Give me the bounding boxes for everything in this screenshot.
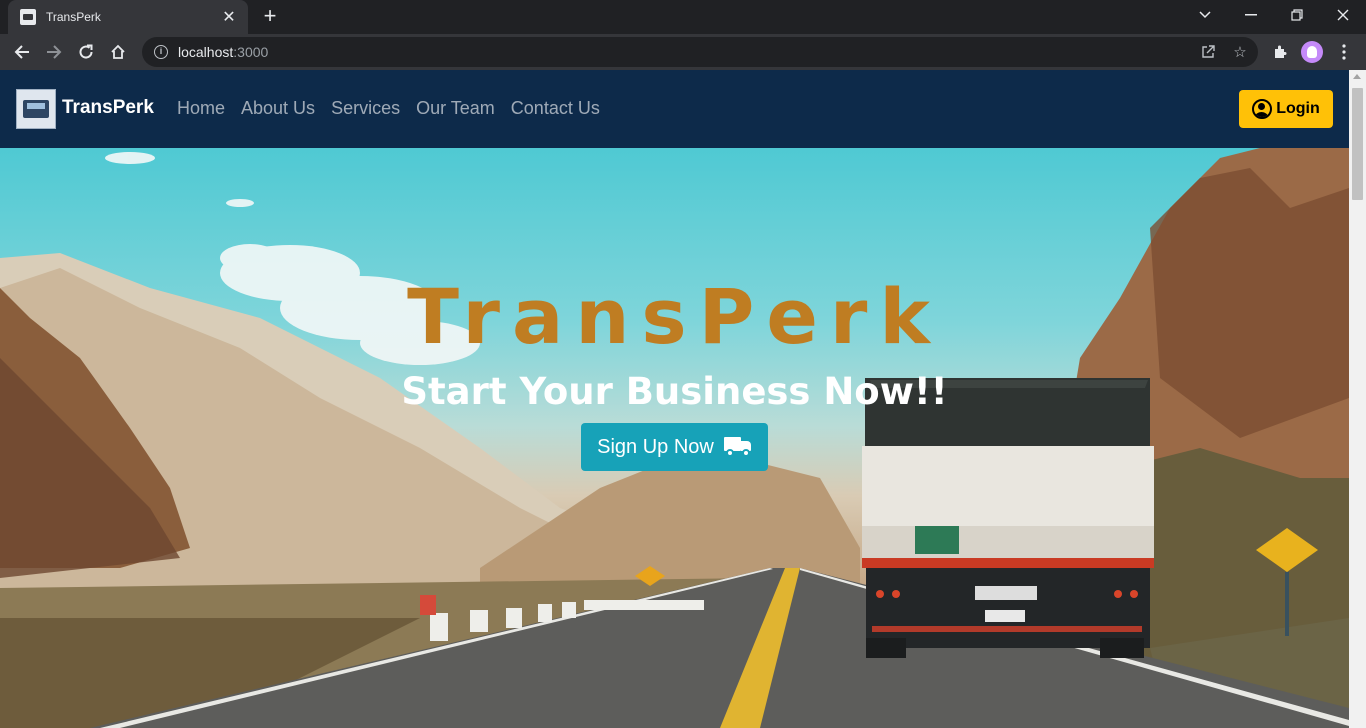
minimize-button[interactable] — [1228, 0, 1274, 30]
scroll-thumb[interactable] — [1352, 88, 1363, 200]
hero-title: TransPerk — [407, 272, 942, 361]
truck-image — [862, 378, 1154, 658]
favicon-icon — [20, 9, 36, 25]
login-label: Login — [1276, 100, 1320, 117]
brand-name[interactable]: TransPerk — [62, 97, 154, 119]
tab-title: TransPerk — [46, 10, 101, 24]
sign-up-label: Sign Up Now — [597, 435, 714, 458]
nav-link-home[interactable]: Home — [177, 98, 225, 119]
nav-links: Home About Us Services Our Team Contact … — [177, 98, 600, 119]
truck-icon — [723, 437, 752, 457]
hero-subtitle: Start Your Business Now!! — [401, 370, 948, 413]
restore-button[interactable] — [1274, 0, 1320, 30]
bookmark-star-icon[interactable]: ☆ — [1229, 41, 1251, 63]
site-info-icon[interactable]: i — [154, 45, 168, 59]
address-bar[interactable]: i localhost:3000 ☆ — [142, 37, 1258, 67]
user-circle-icon — [1252, 99, 1273, 119]
forward-icon[interactable] — [40, 38, 68, 66]
browser-toolbar: i localhost:3000 ☆ — [0, 34, 1366, 70]
tab-search-chevron-icon[interactable] — [1182, 0, 1228, 30]
page-scrollbar[interactable] — [1349, 70, 1366, 728]
share-icon[interactable] — [1197, 41, 1219, 63]
scroll-up-arrow-icon[interactable] — [1353, 74, 1361, 79]
nav-link-contact-us[interactable]: Contact Us — [511, 98, 600, 119]
close-tab-icon[interactable]: ✕ — [220, 7, 238, 27]
nav-link-services[interactable]: Services — [331, 98, 400, 119]
road-marker-sign — [420, 595, 436, 615]
login-button[interactable]: Login — [1239, 90, 1333, 128]
profile-avatar[interactable] — [1301, 41, 1323, 63]
new-tab-button[interactable]: + — [258, 4, 282, 28]
browser-tabstrip: TransPerk ✕ + — [0, 0, 1366, 34]
page-viewport: TransPerk Home About Us Services Our Tea… — [0, 70, 1366, 728]
reload-icon[interactable] — [72, 38, 100, 66]
back-icon[interactable] — [8, 38, 36, 66]
close-window-button[interactable] — [1320, 0, 1366, 30]
brand-logo-icon[interactable] — [16, 89, 56, 129]
sign-up-button[interactable]: Sign Up Now — [581, 423, 768, 471]
menu-kebab-icon[interactable] — [1330, 38, 1358, 66]
hero-section: TransPerk Start Your Business Now!! Sign… — [0, 148, 1349, 728]
home-icon[interactable] — [104, 38, 132, 66]
browser-tab[interactable]: TransPerk ✕ — [8, 0, 248, 34]
extensions-icon[interactable] — [1266, 38, 1294, 66]
nav-link-about-us[interactable]: About Us — [241, 98, 315, 119]
nav-link-our-team[interactable]: Our Team — [416, 98, 495, 119]
navbar: TransPerk Home About Us Services Our Tea… — [0, 70, 1349, 148]
url-text: localhost:3000 — [178, 44, 269, 60]
